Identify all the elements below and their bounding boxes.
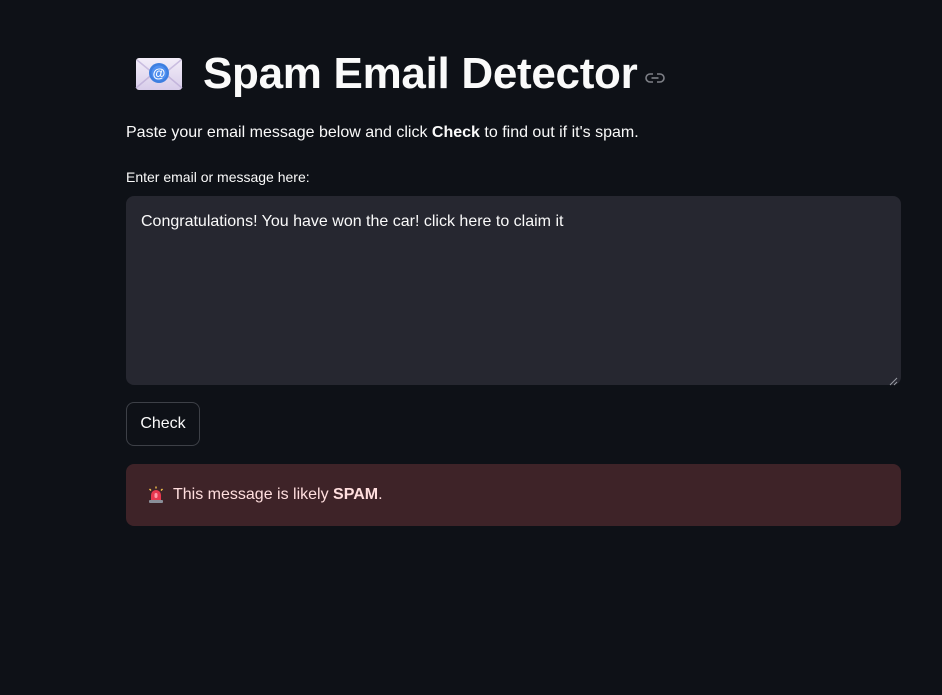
result-alert: This message is likely SPAM. xyxy=(126,464,901,526)
result-text-after: . xyxy=(378,486,383,503)
result-text-before: This message is likely xyxy=(173,486,334,503)
main-content: @ Spam Email Detector Paste your email m… xyxy=(126,0,901,526)
check-button[interactable]: Check xyxy=(126,402,200,446)
svg-text:@: @ xyxy=(153,66,166,81)
message-input-container xyxy=(126,196,901,386)
rotating-light-icon xyxy=(147,486,165,504)
page-title: Spam Email Detector xyxy=(203,49,638,98)
message-input-label: Enter email or message here: xyxy=(126,169,310,185)
link-icon[interactable] xyxy=(645,72,666,84)
result-text: This message is likely SPAM. xyxy=(173,486,383,504)
envelope-icon: @ xyxy=(135,56,183,92)
intro-text-bold: Check xyxy=(431,124,480,141)
intro-text-after: to find out if it's spam. xyxy=(479,124,639,141)
title-row: @ Spam Email Detector xyxy=(126,46,901,102)
resize-handle-icon[interactable] xyxy=(889,373,898,386)
intro-text: Paste your email message below and click… xyxy=(126,122,901,144)
app-page: @ Spam Email Detector Paste your email m… xyxy=(0,0,942,695)
intro-text-before: Paste your email message below and click xyxy=(126,124,432,141)
result-text-bold: SPAM xyxy=(333,486,379,503)
message-input[interactable] xyxy=(126,196,901,385)
